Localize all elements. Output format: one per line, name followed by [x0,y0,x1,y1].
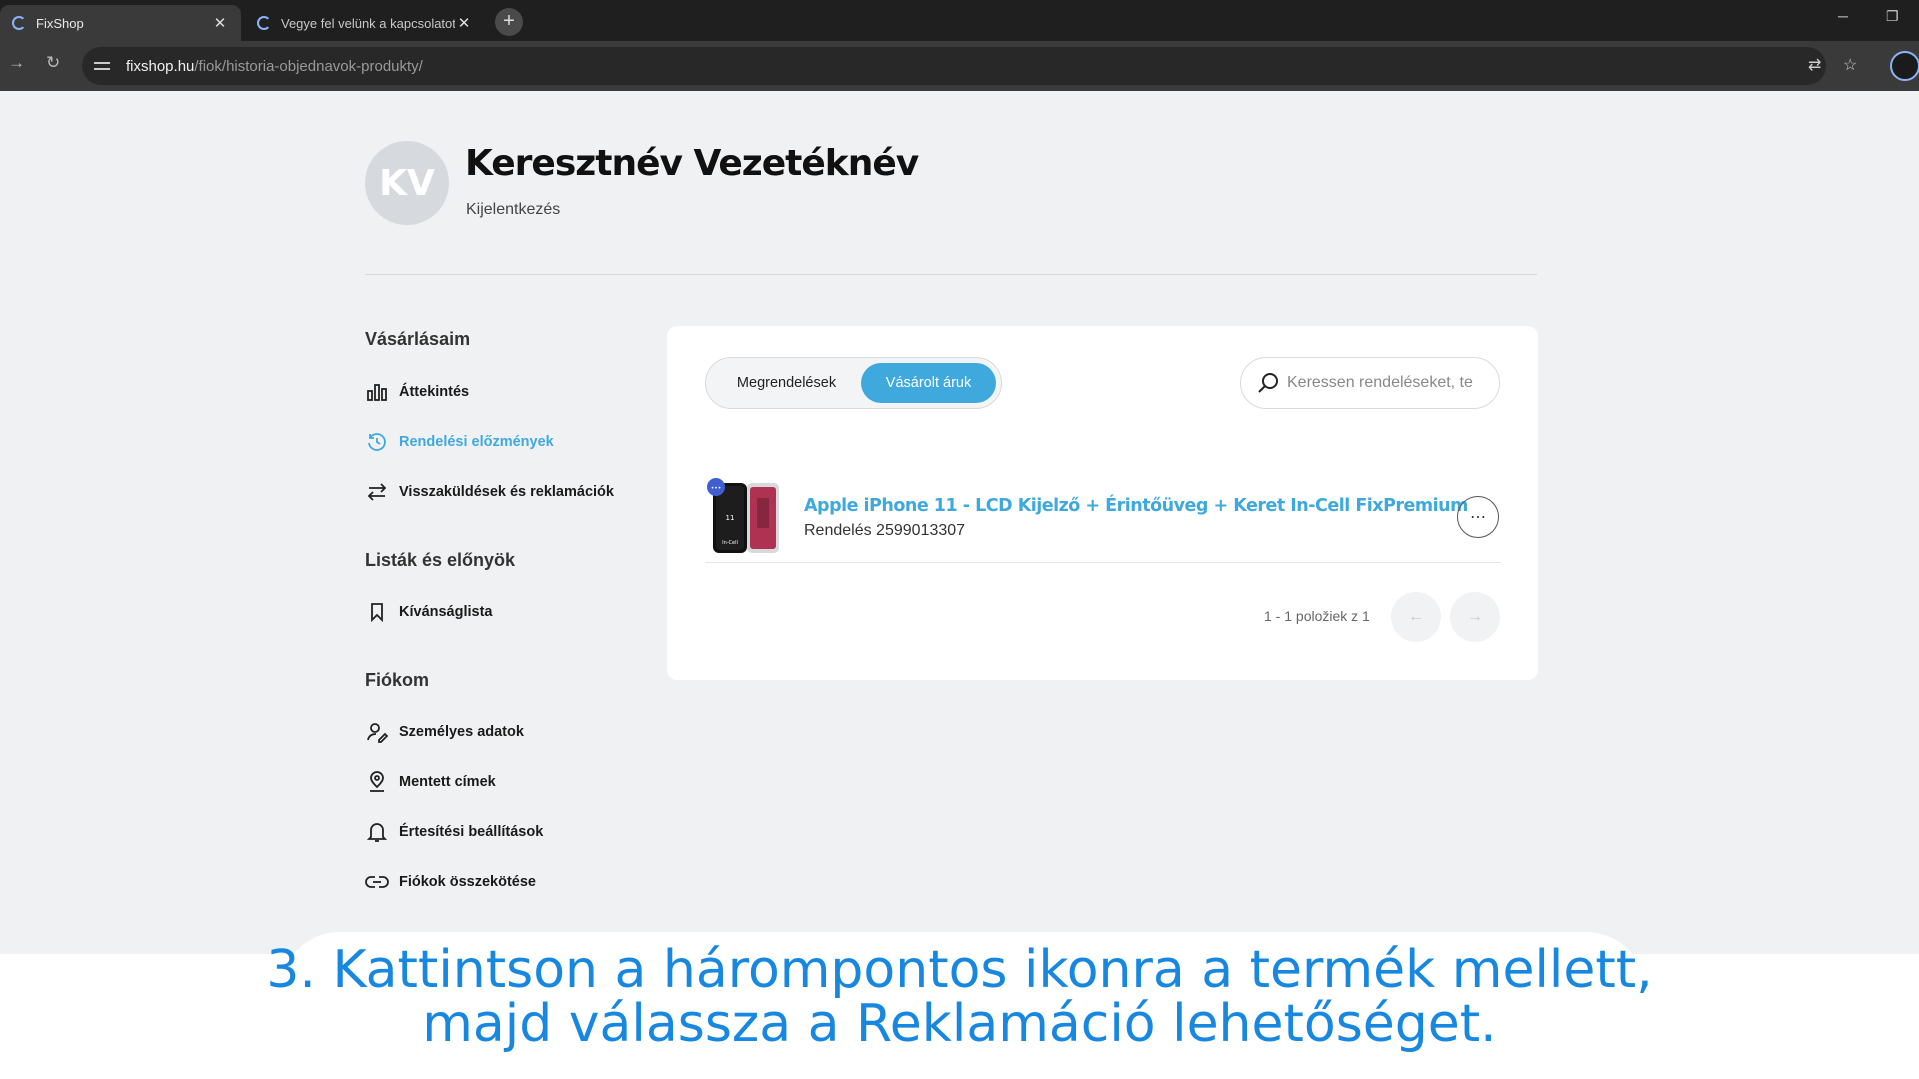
sidebar-item-label: Értesítési beállítások [399,824,544,840]
browser-tabbar: FixShop ✕ Vegye fel velünk a kapcsolatot… [0,0,1919,41]
close-icon[interactable]: ✕ [211,14,229,32]
sidebar-heading-purchases: Vásárlásaim [365,329,471,349]
pagination-summary: 1 - 1 položiek z 1 [1264,608,1370,624]
sidebar-item-label: Mentett címek [399,774,496,790]
site-settings-icon[interactable] [94,59,110,73]
sidebar-item-notifications[interactable]: Értesítési beállítások [365,820,543,844]
divider [365,274,1537,275]
profile-avatar[interactable] [1890,51,1919,81]
search-input[interactable]: Keressen rendeléseket, te [1240,357,1500,409]
svg-text:•••: ••• [711,485,722,492]
location-icon [365,770,389,794]
url-host: fixshop.hu [126,57,195,75]
history-icon [365,430,389,454]
loading-icon [12,16,26,30]
sidebar-item-label: Áttekintés [399,384,470,400]
user-edit-icon [365,720,389,744]
translate-icon[interactable]: ⇄ [1808,55,1821,75]
reload-icon[interactable]: ↻ [46,53,60,73]
search-icon [1255,370,1281,396]
instruction-caption: 3. Kattintson a hárompontos ikonra a ter… [0,943,1919,1051]
product-order-number: Rendelés 2599013307 [804,522,966,539]
close-icon[interactable]: ✕ [455,14,473,32]
sidebar-item-overview[interactable]: Áttekintés [365,380,469,404]
browser-tab-fixshop[interactable]: FixShop ✕ [0,5,241,41]
prev-page-button[interactable]: ← [1391,592,1441,642]
sidebar-heading-account: Fiókom [365,670,430,690]
link-icon [365,870,389,894]
sidebar-item-returns[interactable]: Visszaküldések és reklamációk [365,480,614,504]
sidebar-item-personal-data[interactable]: Személyes adatok [365,720,524,744]
sidebar-item-label: Személyes adatok [399,724,524,740]
restore-icon[interactable]: ❐ [1886,8,1899,25]
product-thumbnail[interactable]: ••• 11 In-Cell [705,478,783,556]
bookmark-icon [365,600,389,624]
swap-icon [365,480,389,504]
user-name: Keresztnév Vezetéknév [465,143,919,184]
purchased-items-card: Megrendelések Vásárolt áruk Keressen ren… [667,326,1538,680]
sidebar-item-label: Fiókok összekötése [399,874,536,890]
avatar: KV [365,141,449,225]
tab-purchased-items[interactable]: Vásárolt áruk [861,363,996,403]
bookmark-star-icon[interactable]: ☆ [1843,55,1857,75]
product-title-link[interactable]: Apple iPhone 11 - LCD Kijelző + Érintőüv… [804,496,1468,516]
thumb-label-bottom: In-Cell [722,540,738,546]
bell-icon [365,820,389,844]
view-toggle: Megrendelések Vásárolt áruk [705,357,1002,409]
browser-toolbar: → ↻ fixshop.hu/fiok/historia-objednavok-… [0,41,1919,91]
loading-icon [257,16,271,30]
list-item: ••• 11 In-Cell Apple iPhone 11 - LCD Kij… [705,478,1501,563]
new-tab-button[interactable]: + [495,8,523,36]
tab-orders[interactable]: Megrendelések [714,363,859,403]
more-options-button[interactable]: ⋯ [1457,496,1499,538]
search-placeholder: Keressen rendeléseket, te [1287,374,1473,391]
sidebar-heading-lists: Listák és előnyök [365,550,516,570]
sidebar-item-label: Rendelési előzmények [399,434,554,450]
browser-tab-contact[interactable]: Vegye fel velünk a kapcsolatot | ✕ [245,5,485,41]
sidebar-item-label: Kívánságlista [399,604,493,620]
chart-icon [365,380,389,404]
account-page: KV Keresztnév Vezetéknév Kijelentkezés V… [0,91,1919,1079]
caption-line-2: majd válassza a Reklamáció lehetőséget. [422,994,1497,1054]
forward-icon[interactable]: → [8,53,25,73]
sidebar-item-label: Visszaküldések és reklamációk [399,484,614,500]
sidebar-item-saved-addresses[interactable]: Mentett címek [365,770,496,794]
tab-title: FixShop [36,15,84,31]
thumb-label-top: 11 [726,514,735,522]
more-dots-icon: ⋯ [1470,509,1486,526]
minimize-icon[interactable]: ─ [1838,8,1848,24]
logout-link[interactable]: Kijelentkezés [466,201,560,219]
sidebar-item-order-history[interactable]: Rendelési előzmények [365,430,554,454]
caption-line-1: 3. Kattintson a hárompontos ikonra a ter… [266,940,1653,1000]
next-page-button[interactable]: → [1450,592,1500,642]
tab-title: Vegye fel velünk a kapcsolatot | [281,15,455,31]
url-path: /fiok/historia-objednavok-produkty/ [194,57,423,75]
sidebar-item-link-accounts[interactable]: Fiókok összekötése [365,870,536,894]
sidebar-item-wishlist[interactable]: Kívánságlista [365,600,493,624]
address-bar[interactable]: fixshop.hu/fiok/historia-objednavok-prod… [82,47,1826,85]
